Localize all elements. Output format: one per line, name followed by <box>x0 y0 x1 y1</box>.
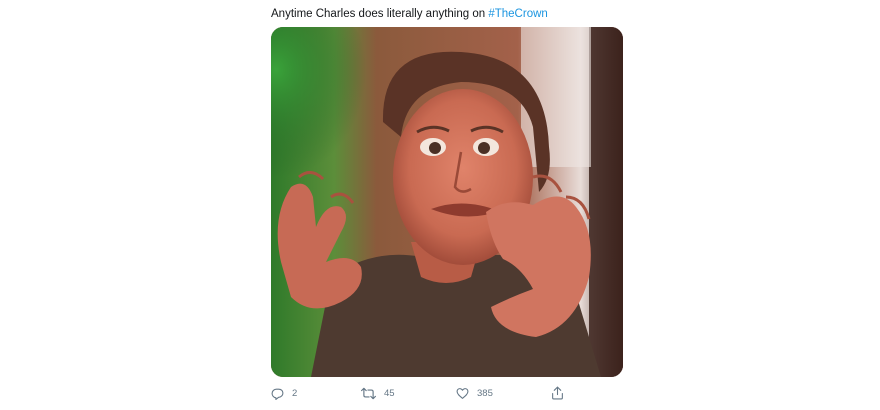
heart-icon <box>456 387 469 400</box>
like-button[interactable]: 385 <box>456 384 493 402</box>
tweet: Anytime Charles does literally anything … <box>271 0 631 410</box>
tweet-media-image[interactable] <box>271 27 623 377</box>
reaction-gif-image <box>271 27 623 377</box>
reply-count: 2 <box>292 387 298 399</box>
hashtag-link[interactable]: #TheCrown <box>488 8 547 20</box>
tweet-text: Anytime Charles does literally anything … <box>271 7 548 21</box>
like-count: 385 <box>477 387 493 399</box>
reply-button[interactable]: 2 <box>271 384 297 402</box>
tweet-actions: 2 45 385 <box>271 384 571 402</box>
tweet-text-body: Anytime Charles does literally anything … <box>271 8 489 20</box>
reply-icon <box>271 387 284 400</box>
retweet-button[interactable]: 45 <box>361 384 395 402</box>
share-button[interactable] <box>551 384 564 402</box>
share-icon <box>551 386 564 400</box>
retweet-count: 45 <box>384 387 395 399</box>
retweet-icon <box>361 387 376 400</box>
